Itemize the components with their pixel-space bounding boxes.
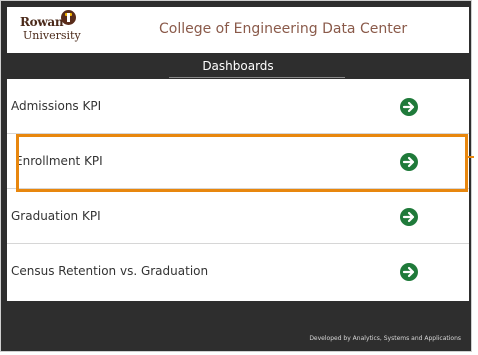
logo-word-university: University <box>23 29 81 42</box>
dashboard-label: Admissions KPI <box>11 99 102 113</box>
dashboard-row-enrollment[interactable]: Enrollment KPI <box>7 134 469 189</box>
footer: Developed by Analytics, Systems and Appl… <box>7 301 469 347</box>
dashboard-window: Rowan University College of Engineering … <box>0 0 472 352</box>
dashboard-label: Graduation KPI <box>11 209 101 223</box>
dashboard-row-admissions[interactable]: Admissions KPI <box>7 79 469 134</box>
torch-icon <box>61 10 76 25</box>
page-title: College of Engineering Data Center <box>159 21 408 37</box>
dashboard-row-graduation[interactable]: Graduation KPI <box>7 189 469 244</box>
rowan-university-logo[interactable]: Rowan University <box>20 10 81 50</box>
arrow-right-circle-icon[interactable] <box>400 98 418 116</box>
footer-credit: Developed by Analytics, Systems and Appl… <box>309 335 461 342</box>
section-title: Dashboards <box>202 59 274 73</box>
logo-word-rowan: Rowan <box>20 15 64 29</box>
arrow-right-circle-icon[interactable] <box>400 263 418 281</box>
section-underline <box>169 77 345 78</box>
section-header: Dashboards <box>7 54 469 78</box>
header: Rowan University College of Engineering … <box>7 7 469 53</box>
dashboard-label: Enrollment KPI <box>15 154 103 168</box>
highlight-connector <box>468 156 474 158</box>
arrow-right-circle-icon[interactable] <box>400 153 418 171</box>
dashboard-list: Admissions KPI Enrollment KPI Graduation… <box>7 79 469 301</box>
dashboard-row-census-retention[interactable]: Census Retention vs. Graduation <box>7 244 469 299</box>
dashboard-label: Census Retention vs. Graduation <box>11 264 209 278</box>
arrow-right-circle-icon[interactable] <box>400 208 418 226</box>
